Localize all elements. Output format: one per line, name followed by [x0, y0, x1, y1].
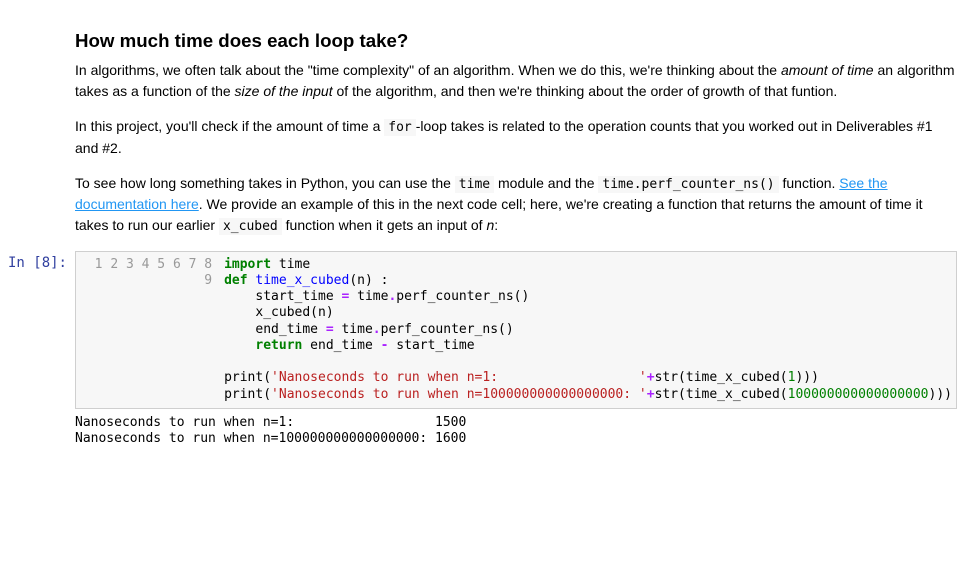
text: of the algorithm, and then we're thinkin…: [333, 83, 838, 99]
code-content: import time def time_x_cubed(n) : start_…: [220, 252, 956, 408]
paragraph-3: To see how long something takes in Pytho…: [75, 173, 957, 237]
text: To see how long something takes in Pytho…: [75, 175, 455, 191]
inline-code: x_cubed: [219, 218, 282, 235]
inline-code: for: [384, 119, 415, 136]
text: module and the: [494, 175, 598, 191]
text: function when it gets an input of: [282, 217, 487, 233]
markdown-cell: . How much time does each loop take? In …: [0, 20, 971, 251]
text: . We provide an example of this in the n…: [75, 196, 923, 233]
heading: How much time does each loop take?: [75, 30, 957, 52]
input-prompt: In [8]:: [0, 251, 75, 409]
inline-code: time: [455, 176, 494, 193]
text: In algorithms, we often talk about the "…: [75, 62, 781, 78]
text: function.: [779, 175, 840, 191]
emphasis: size of the input: [235, 83, 333, 99]
paragraph-2: In this project, you'll check if the amo…: [75, 116, 957, 159]
output-cell: . Nanoseconds to run when n=1: 1500 Nano…: [0, 409, 971, 448]
text: :: [494, 217, 498, 233]
emphasis: amount of time: [781, 62, 874, 78]
prompt-empty: .: [0, 409, 75, 448]
code-cell: In [8]: 1 2 3 4 5 6 7 8 9 import time de…: [0, 251, 971, 409]
line-number-gutter: 1 2 3 4 5 6 7 8 9: [76, 252, 220, 408]
prompt-empty: .: [0, 20, 75, 251]
code-editor[interactable]: 1 2 3 4 5 6 7 8 9 import time def time_x…: [75, 251, 957, 409]
inline-code: time.perf_counter_ns(): [598, 176, 778, 193]
stdout-output: Nanoseconds to run when n=1: 1500 Nanose…: [75, 409, 957, 448]
paragraph-1: In algorithms, we often talk about the "…: [75, 60, 957, 102]
text: In this project, you'll check if the amo…: [75, 118, 384, 134]
